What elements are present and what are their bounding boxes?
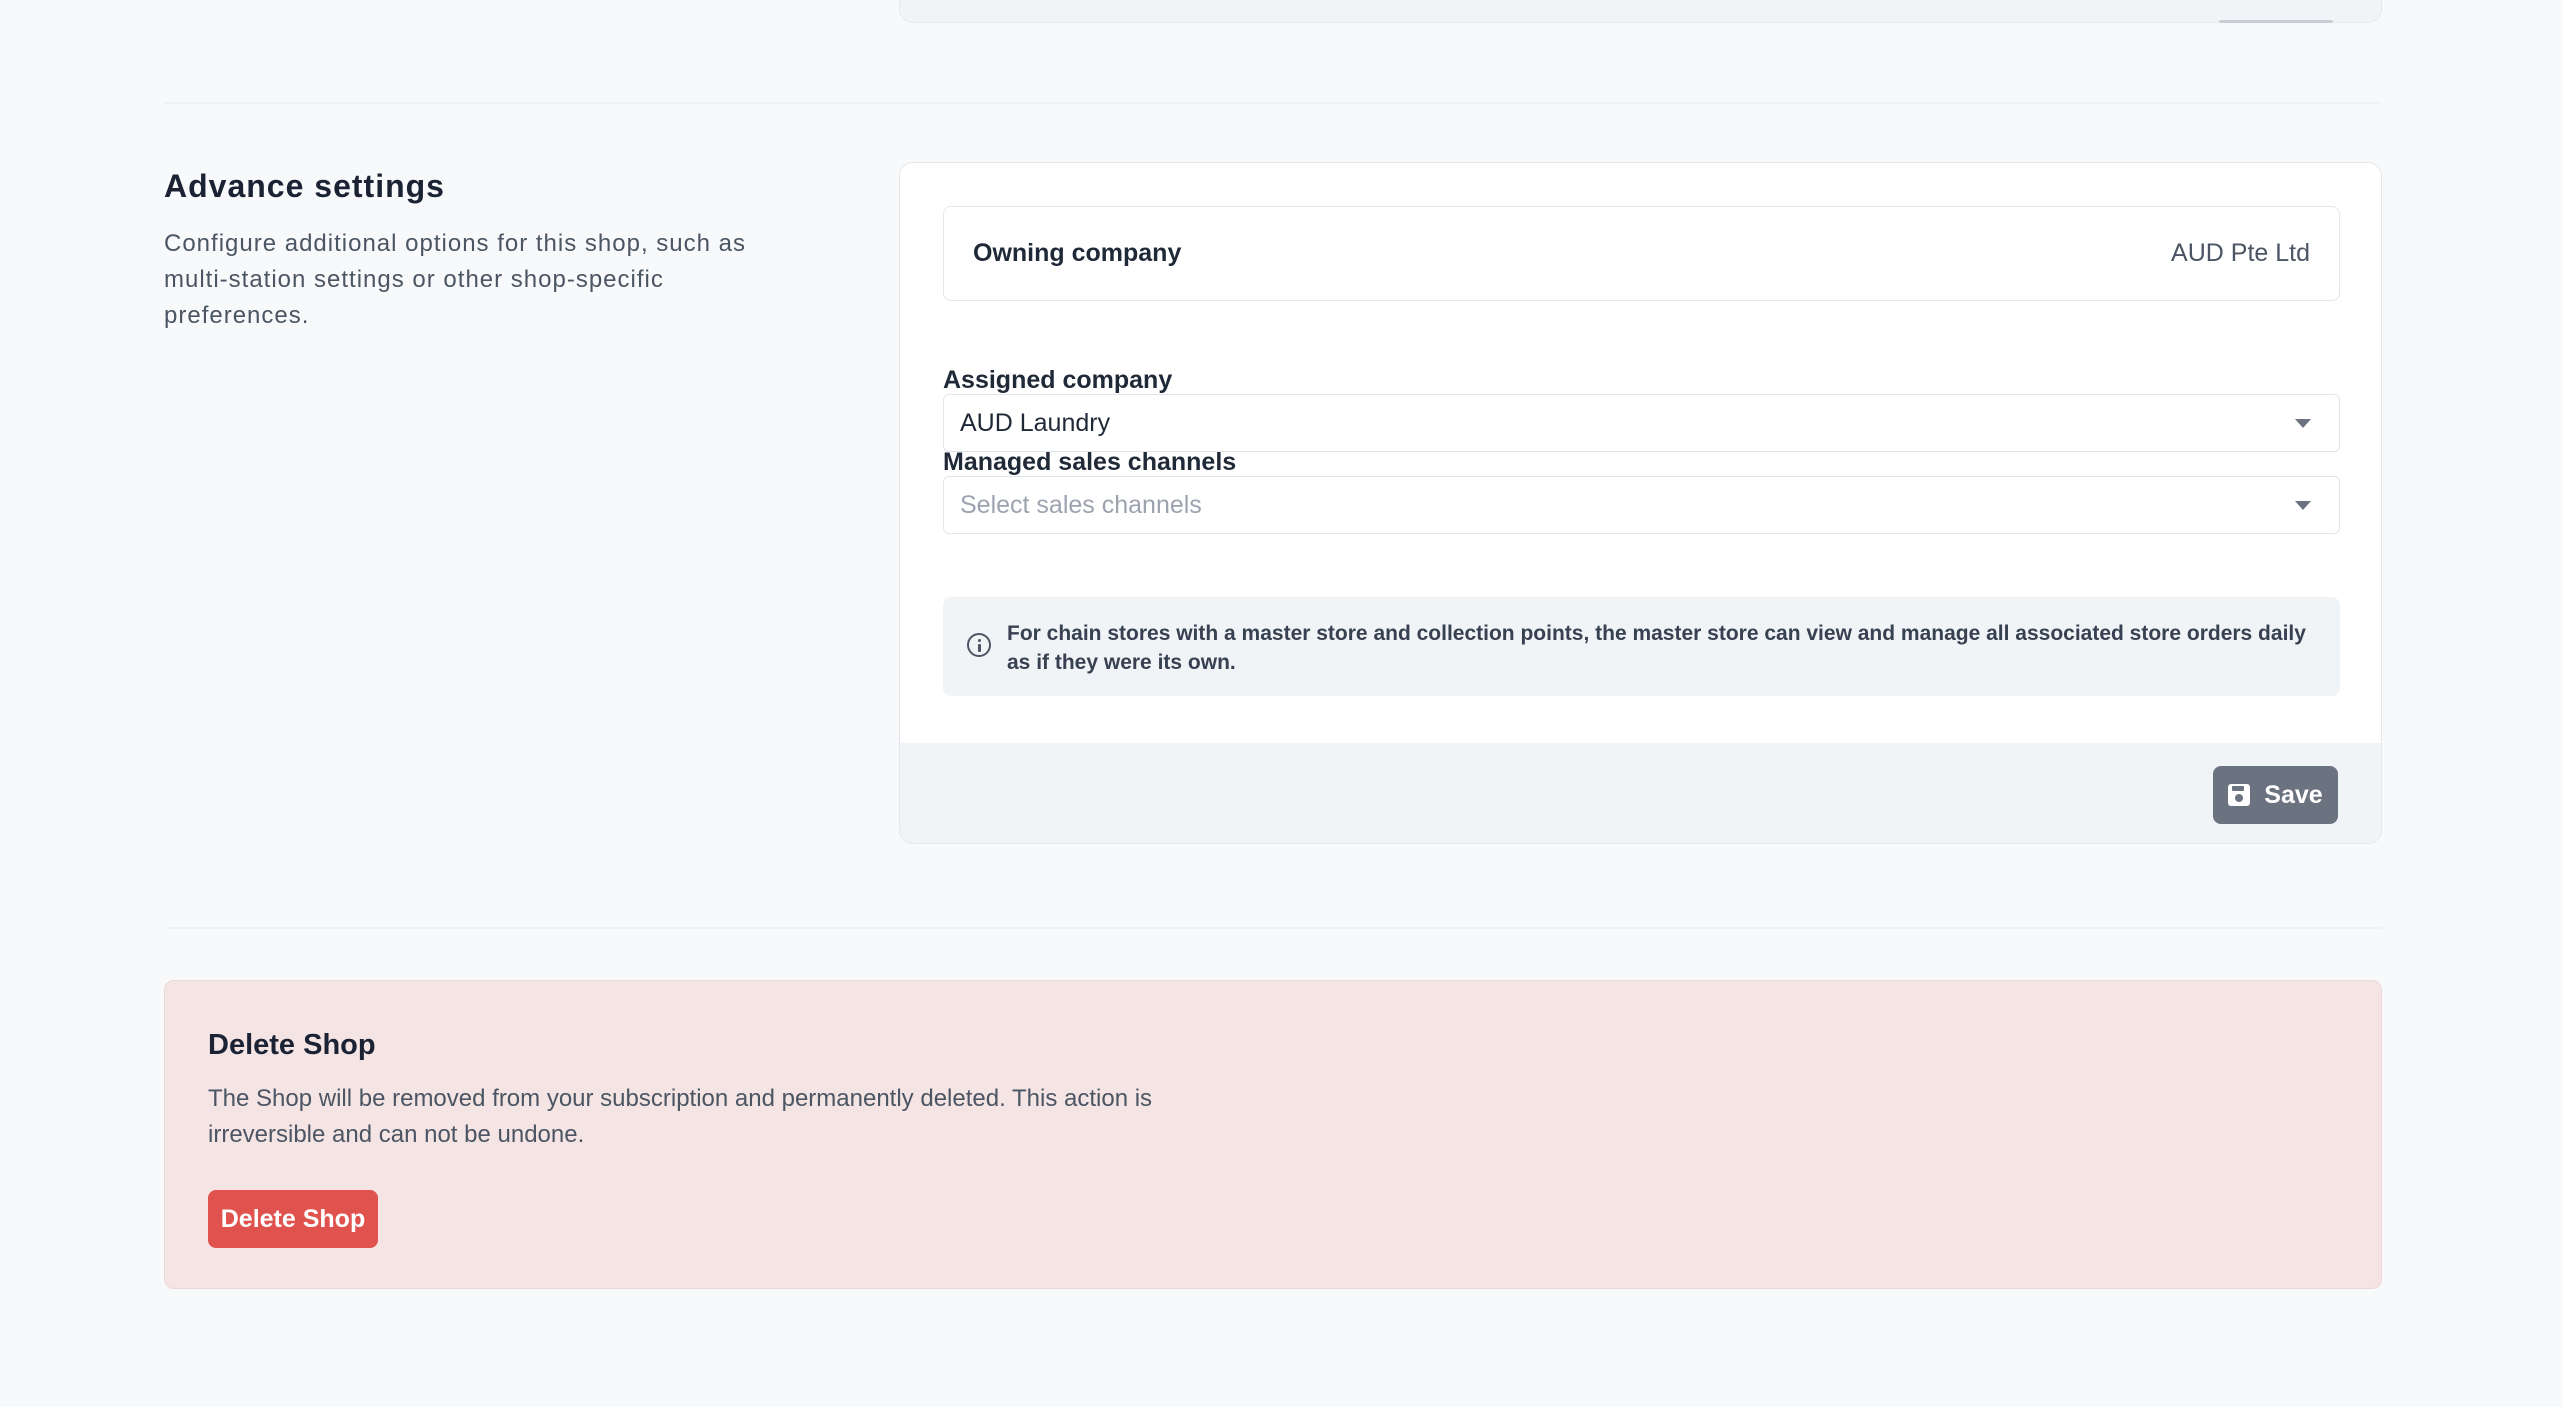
- advance-settings-description: Configure additional options for this sh…: [164, 230, 746, 329]
- info-note-text: For chain stores with a master store and…: [1007, 622, 2306, 674]
- previous-section-button-edge[interactable]: [2219, 20, 2333, 23]
- delete-shop-button[interactable]: Delete Shop: [208, 1190, 378, 1248]
- section-divider: [164, 102, 2382, 104]
- info-note: For chain stores with a master store and…: [943, 597, 2340, 696]
- delete-shop-description: The Shop will be removed from your subsc…: [208, 1085, 1153, 1148]
- assigned-company-value: AUD Laundry: [960, 408, 1111, 437]
- owning-company-row: Owning company AUD Pte Ltd: [943, 206, 2340, 301]
- sales-channels-placeholder: Select sales channels: [960, 490, 1202, 519]
- save-button[interactable]: Save: [2213, 766, 2338, 824]
- sales-channels-select[interactable]: Select sales channels: [943, 476, 2340, 534]
- sales-channels-label: Managed sales channels: [943, 448, 1237, 476]
- assigned-company-label: Assigned company: [943, 366, 1173, 394]
- save-button-label: Save: [2264, 780, 2323, 809]
- assigned-company-select[interactable]: AUD Laundry: [943, 394, 2340, 452]
- previous-section-card: [899, 0, 2382, 23]
- delete-shop-title: Delete Shop: [208, 1029, 376, 1061]
- chevron-down-icon: [2295, 418, 2311, 428]
- section-divider: [164, 927, 2382, 929]
- advance-settings-card: Owning company AUD Pte Ltd Assigned comp…: [899, 162, 2382, 844]
- advance-settings-title: Advance settings: [164, 168, 445, 204]
- info-icon: [967, 633, 991, 657]
- delete-shop-panel: Delete Shop The Shop will be removed fro…: [164, 980, 2382, 1289]
- page: Advance settings Configure additional op…: [0, 0, 2562, 1407]
- floppy-disk-icon: [2228, 784, 2251, 806]
- card-footer: Save: [900, 743, 2381, 843]
- owning-company-label: Owning company: [973, 239, 1182, 267]
- chevron-down-icon: [2295, 500, 2311, 510]
- owning-company-value: AUD Pte Ltd: [2171, 239, 2310, 267]
